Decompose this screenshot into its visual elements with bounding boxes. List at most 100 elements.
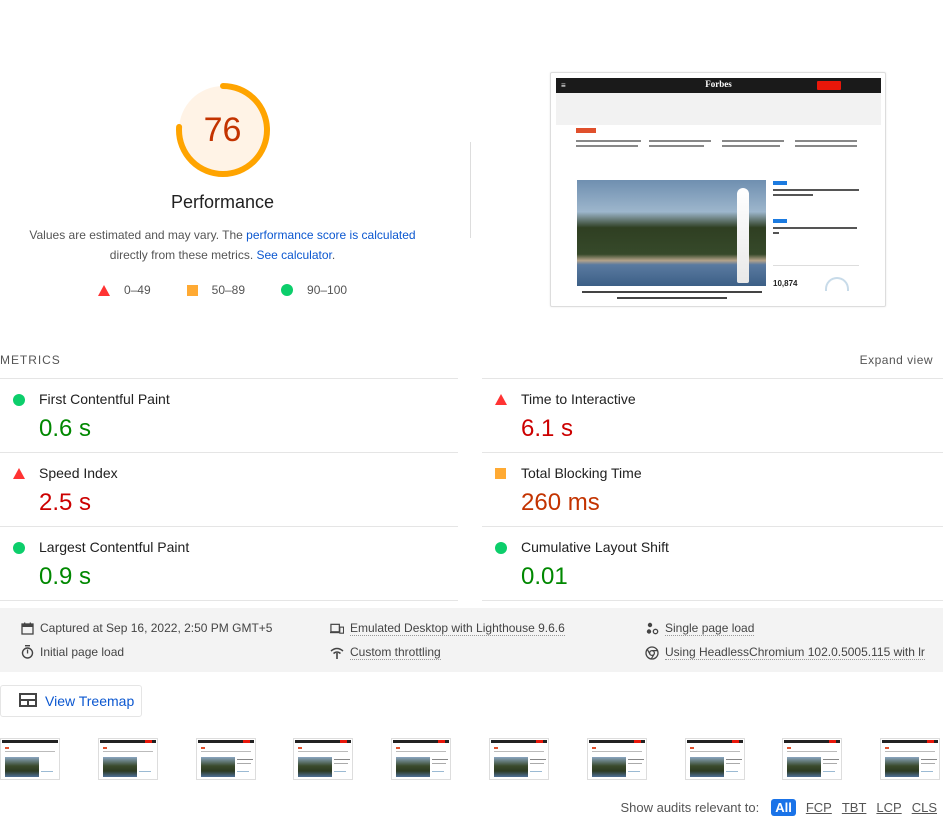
readers-gauge — [825, 277, 849, 291]
ticker-line — [795, 140, 857, 142]
story-badge — [773, 219, 787, 223]
story-line — [773, 194, 813, 196]
filmstrip-frame — [391, 738, 451, 780]
nodes-icon — [645, 622, 659, 636]
wifi-signal-icon — [330, 646, 344, 660]
story-badge — [773, 181, 787, 185]
filmstrip-frame — [587, 738, 647, 780]
filmstrip-frame — [489, 738, 549, 780]
pass-circle-icon — [495, 542, 507, 554]
metric-value: 2.5 s — [39, 489, 92, 516]
metric-name: Total Blocking Time — [521, 465, 642, 481]
scale-label: 50–89 — [211, 283, 246, 297]
desc-period: . — [331, 248, 336, 262]
audit-filter: Show audits relevant to: All FCP TBT LCP… — [620, 799, 937, 816]
hero-caption — [577, 289, 766, 301]
pass-circle-icon — [13, 394, 25, 406]
story-line — [773, 227, 857, 229]
tab-divider — [773, 265, 859, 266]
expand-view-toggle[interactable]: Expand view — [860, 353, 933, 367]
ticker-line — [722, 145, 780, 147]
score-scale-legend: 0–49 50–89 90–100 — [0, 283, 445, 297]
caption-line — [617, 297, 727, 299]
metric-value: 260 ms — [521, 489, 600, 516]
captured-text: Captured at Sep 16, 2022, 2:50 PM GMT+5 — [40, 621, 273, 635]
browser-text[interactable]: Using HeadlessChromium 102.0.5005.115 wi… — [665, 645, 925, 660]
fail-triangle-icon — [97, 284, 110, 296]
filmstrip-frame — [782, 738, 842, 780]
view-treemap-button[interactable]: View Treemap — [0, 685, 142, 717]
ticker-line — [795, 145, 857, 147]
throttling-text[interactable]: Custom throttling — [350, 645, 441, 660]
filmstrip-frame — [196, 738, 256, 780]
story-line — [773, 189, 859, 191]
ad-banner — [556, 93, 881, 125]
filmstrip-frame — [880, 738, 940, 780]
treemap-label: View Treemap — [45, 693, 135, 709]
emulated-desktop[interactable]: Emulated Desktop with Lighthouse 9.6.6 — [330, 621, 565, 636]
final-screenshot[interactable]: ≡ Forbes 10,874 — [550, 72, 886, 307]
filter-chip-tbt[interactable]: TBT — [842, 800, 867, 815]
caption-line — [582, 291, 762, 293]
filter-chip-fcp[interactable]: FCP — [806, 800, 832, 815]
ticker-tag — [576, 128, 596, 133]
metrics-header: METRICS — [0, 353, 61, 367]
filter-chip-lcp[interactable]: LCP — [876, 800, 901, 815]
metric-total-blocking-time: Total Blocking Time 260 ms — [482, 452, 943, 526]
filter-label: Show audits relevant to: — [620, 800, 760, 815]
single-page-load[interactable]: Single page load — [645, 621, 755, 636]
performance-gauge-section: 76 Performance Values are estimated and … — [0, 80, 445, 297]
treemap-icon — [19, 692, 37, 710]
pass-circle-icon — [281, 284, 294, 296]
see-calculator-link[interactable]: See calculator — [256, 248, 331, 262]
desc-text-2: directly from these metrics. — [109, 248, 257, 262]
custom-throttling[interactable]: Custom throttling — [330, 645, 441, 660]
average-square-icon — [495, 468, 506, 479]
gauge-title: Performance — [170, 192, 275, 212]
ticker-line — [722, 140, 784, 142]
captured-at: Captured at Sep 16, 2022, 2:50 PM GMT+5 — [20, 621, 272, 635]
vertical-divider — [470, 142, 471, 238]
average-square-icon — [186, 284, 198, 296]
devices-icon — [330, 622, 344, 636]
metric-speed-index: Speed Index 2.5 s — [0, 452, 458, 526]
readers-count: 10,874 — [773, 279, 798, 288]
single-load-text[interactable]: Single page load — [665, 621, 755, 636]
filmstrip-frame — [0, 738, 60, 780]
filmstrip — [0, 738, 943, 780]
metric-value: 0.6 s — [39, 415, 92, 442]
metric-first-contentful-paint: First Contentful Paint 0.6 s — [0, 378, 458, 452]
scale-fail: 0–49 — [97, 283, 151, 297]
headline-ticker — [576, 128, 866, 156]
initial-load-text: Initial page load — [40, 645, 125, 659]
metric-value: 0.9 s — [39, 563, 92, 590]
metric-time-to-interactive: Time to Interactive 6.1 s — [482, 378, 943, 452]
performance-score: 76 — [203, 111, 242, 149]
scale-average: 50–89 — [186, 283, 246, 297]
metric-name: Speed Index — [39, 465, 118, 481]
metric-value: 6.1 s — [521, 415, 574, 442]
filter-chip-cls[interactable]: CLS — [912, 800, 937, 815]
score-calculated-link[interactable]: performance score is calculated — [246, 228, 415, 242]
metrics-bottom-divider — [482, 600, 943, 601]
browser-info[interactable]: Using HeadlessChromium 102.0.5005.115 wi… — [645, 645, 925, 660]
site-header-bar: ≡ Forbes — [556, 78, 881, 93]
fail-triangle-icon — [13, 468, 25, 479]
metric-name: Time to Interactive — [521, 391, 636, 407]
desc-text: Values are estimated and may vary. The — [29, 228, 247, 242]
ticker-line — [576, 145, 638, 147]
metric-largest-contentful-paint: Largest Contentful Paint 0.9 s — [0, 526, 458, 600]
metrics-bottom-divider — [0, 600, 458, 601]
metric-name: First Contentful Paint — [39, 391, 170, 407]
filmstrip-frame — [98, 738, 158, 780]
runtime-settings: Captured at Sep 16, 2022, 2:50 PM GMT+5 … — [0, 608, 943, 672]
story-line — [773, 232, 779, 234]
filter-chip-all[interactable]: All — [771, 799, 796, 816]
calendar-icon — [20, 621, 34, 635]
emulated-text[interactable]: Emulated Desktop with Lighthouse 9.6.6 — [350, 621, 565, 636]
gauge-description: Values are estimated and may vary. The p… — [0, 225, 445, 265]
chrome-icon — [645, 645, 659, 660]
pass-circle-icon — [13, 542, 25, 554]
scale-pass: 90–100 — [281, 283, 347, 297]
stopwatch-icon — [20, 645, 34, 659]
